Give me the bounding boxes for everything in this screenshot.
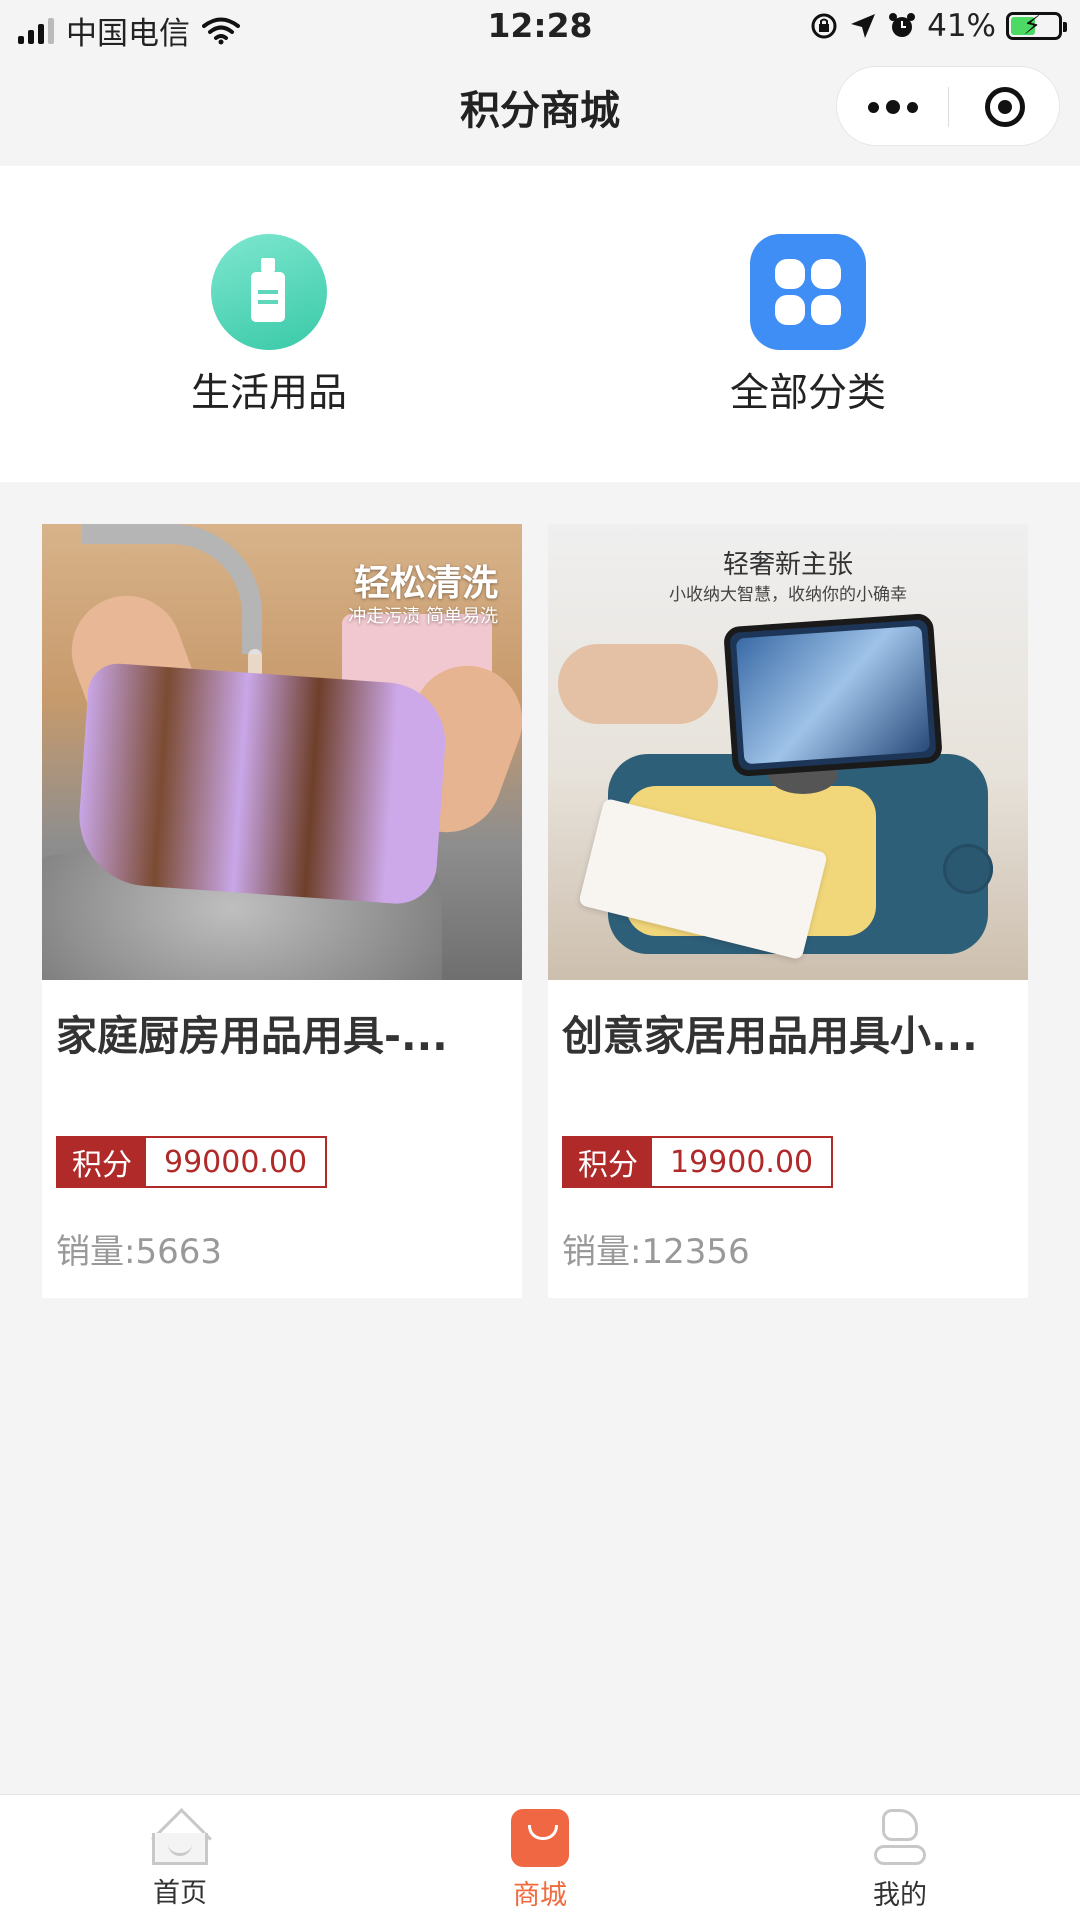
more-button[interactable] <box>837 67 948 147</box>
tab-mine[interactable]: 我的 <box>800 1809 1000 1912</box>
close-button[interactable] <box>949 67 1060 147</box>
product-image[interactable]: 轻奢新主张 小收纳大智慧，收纳你的小确幸 <box>548 524 1028 980</box>
product-name[interactable]: 家庭厨房用品用具-... <box>56 1002 508 1062</box>
mini-program-capsule <box>836 66 1060 146</box>
category-label: 生活用品 <box>190 371 347 416</box>
product-name[interactable]: 创意家居用品用具小... <box>562 1002 1014 1062</box>
category-all[interactable]: 全部分类 <box>658 234 958 418</box>
sales-count: 销量:12356 <box>562 1232 750 1272</box>
product-image[interactable]: 轻松清洗 冲走污渍 简单易洗 <box>42 524 522 980</box>
nav-bar: 积分商城 <box>0 54 1080 166</box>
tab-label: 商城 <box>513 1880 567 1911</box>
profile-icon <box>870 1809 930 1867</box>
status-right: 41% ⚡ <box>809 8 1067 44</box>
battery-percent: 41% <box>927 8 996 44</box>
category-grid: 生活用品 全部分类 <box>0 166 1080 482</box>
tab-mall[interactable]: 商城 <box>440 1809 640 1912</box>
close-icon <box>984 87 1025 127</box>
image-caption-subtitle: 小收纳大智慧，收纳你的小确幸 <box>669 585 907 605</box>
price-label: 积分 <box>564 1138 652 1186</box>
all-categories-icon <box>750 234 866 350</box>
home-icon <box>150 1808 212 1869</box>
price-tag: 积分 99000.00 <box>56 1136 328 1188</box>
category-label: 全部分类 <box>729 371 886 416</box>
daily-goods-icon <box>211 234 327 350</box>
image-caption-title: 轻奢新主张 <box>722 550 853 580</box>
product-card[interactable]: 轻奢新主张 小收纳大智慧，收纳你的小确幸 创意家居用品用具小... 积分 199… <box>548 524 1028 1298</box>
price-value: 19900.00 <box>670 1144 814 1180</box>
product-card[interactable]: 轻松清洗 冲走污渍 简单易洗 家庭厨房用品用具-... 积分 99000.00 … <box>42 524 522 1298</box>
price-tag: 积分 19900.00 <box>562 1136 834 1188</box>
status-bar: 中国电信 12:28 41% ⚡ <box>0 0 1080 54</box>
category-daily-goods[interactable]: 生活用品 <box>119 234 419 418</box>
orientation-lock-icon <box>811 13 837 39</box>
location-icon <box>851 14 876 38</box>
tab-label: 我的 <box>873 1880 927 1911</box>
sales-count: 销量:5663 <box>56 1232 222 1272</box>
image-caption-subtitle: 冲走污渍 简单易洗 <box>348 606 498 627</box>
mall-bag-icon <box>511 1809 569 1867</box>
tab-home[interactable]: 首页 <box>80 1808 280 1910</box>
image-caption-title: 轻松清洗 <box>353 563 498 604</box>
battery-icon: ⚡ <box>1006 11 1067 41</box>
tab-bar: 首页 商城 我的 <box>0 1794 1080 1921</box>
alarm-icon <box>889 13 916 37</box>
more-icon <box>867 100 918 114</box>
price-label: 积分 <box>58 1138 146 1186</box>
tab-label: 首页 <box>153 1878 207 1909</box>
price-value: 99000.00 <box>164 1144 308 1180</box>
